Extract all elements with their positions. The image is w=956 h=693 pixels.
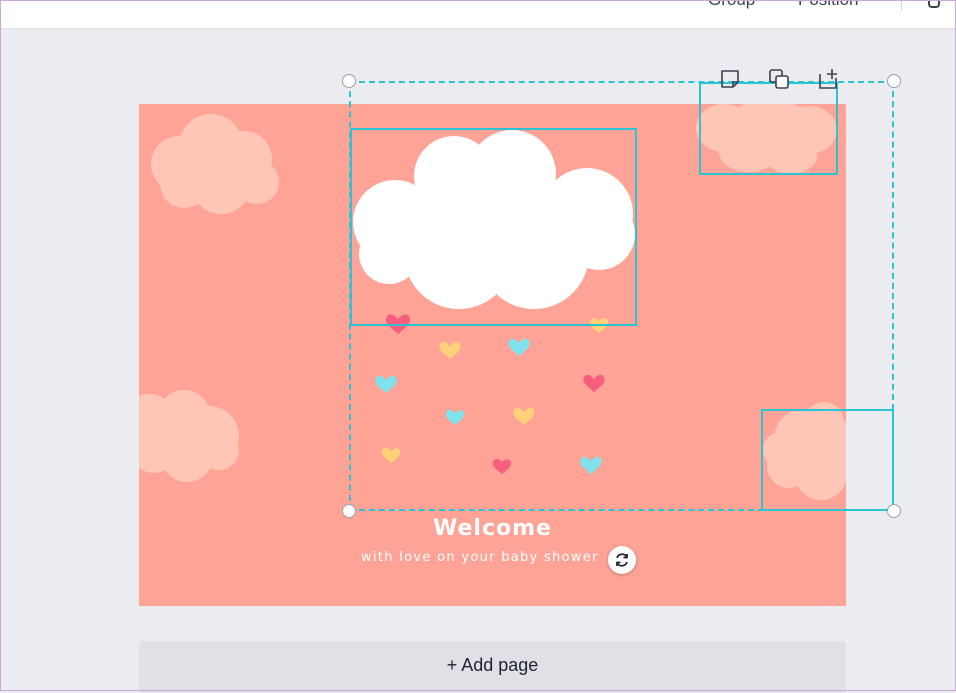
resize-handle-bottom-left[interactable] [342, 504, 356, 518]
editor-toolbar: Group Position [0, 0, 956, 29]
cloud-top-right[interactable] [696, 104, 837, 174]
add-page-button[interactable]: + Add page [139, 641, 846, 693]
cloud-left[interactable] [139, 390, 239, 482]
position-button[interactable]: Position [798, 0, 858, 10]
cloud-main[interactable] [353, 130, 635, 309]
cloud-top-left[interactable] [151, 114, 279, 214]
comment-icon[interactable] [719, 68, 741, 90]
welcome-subheading[interactable]: with love on your baby shower [361, 550, 611, 565]
link-icon[interactable] [928, 0, 940, 8]
cloud-bottom-right[interactable] [763, 402, 846, 500]
hearts-pattern[interactable] [375, 314, 609, 474]
toolbar-divider [901, 0, 902, 10]
welcome-heading[interactable]: Welcome [139, 516, 846, 541]
resize-handle-bottom-right[interactable] [887, 504, 901, 518]
rotate-icon [616, 553, 628, 567]
duplicate-icon[interactable] [768, 68, 790, 90]
rotate-handle[interactable] [608, 546, 636, 574]
add-icon[interactable] [817, 68, 839, 90]
resize-handle-top-left[interactable] [342, 74, 356, 88]
resize-handle-top-right[interactable] [887, 74, 901, 88]
group-button[interactable]: Group [708, 0, 755, 10]
